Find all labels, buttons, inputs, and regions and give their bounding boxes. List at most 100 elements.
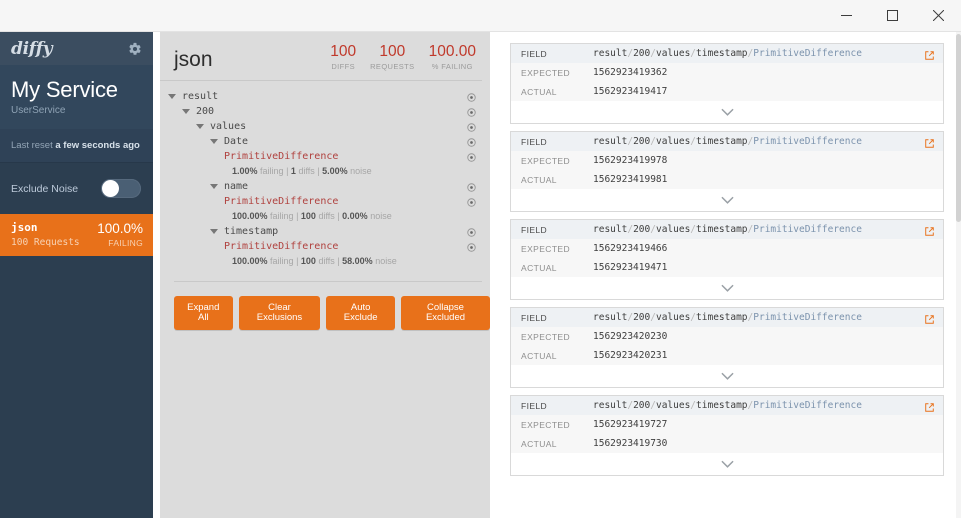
stat-noise-word: noise xyxy=(350,166,372,176)
tree-node-label-wrap: PrimitiveDifference xyxy=(160,241,338,252)
tree-panel: json 100 DIFFS 100 REQUESTS 100.00% FAILING … xyxy=(153,32,491,518)
target-icon xyxy=(467,243,476,252)
diff-actual-row: ACTUAL 1562923419471 xyxy=(511,258,943,277)
toggle-knob xyxy=(102,180,119,197)
expected-value: 1562923419727 xyxy=(593,419,668,430)
field-path-prefix: result/200/values/timestamp/ xyxy=(593,136,754,147)
vertical-scrollbar[interactable] xyxy=(956,32,961,518)
auto-exclude-button[interactable]: Auto Exclude xyxy=(326,296,395,330)
expand-card-chevron[interactable] xyxy=(511,365,943,387)
tree-node-label-wrap: Date xyxy=(160,136,248,147)
tree-node-label-wrap: values xyxy=(160,121,246,132)
tree-leaf-stats: 1.00% failing | 1 diffs | 5.00% noise xyxy=(232,166,372,176)
tree-node-label: PrimitiveDifference xyxy=(224,151,339,162)
field-path-prefix: result/200/values/timestamp/ xyxy=(593,312,754,323)
target-icon xyxy=(467,198,476,207)
tree-node[interactable]: timestamp xyxy=(160,224,482,239)
metric-value: 100.00 xyxy=(428,43,476,60)
tree-leaf-stats: 100.00% failing | 100 diffs | 58.00% noi… xyxy=(232,256,397,266)
expected-label: EXPECTED xyxy=(521,67,571,78)
stat-diffs-word: diffs xyxy=(318,211,335,221)
clear-exclusions-button[interactable]: Clear Exclusions xyxy=(238,296,321,330)
actual-value: 1562923419730 xyxy=(593,438,668,449)
open-external-icon[interactable] xyxy=(924,400,935,418)
service-block: My Service UserService xyxy=(0,65,153,129)
tree-node-label-wrap: PrimitiveDifference xyxy=(160,151,338,162)
field-path: result/200/values/timestamp/PrimitiveDif… xyxy=(593,48,862,59)
field-path: result/200/values/timestamp/PrimitiveDif… xyxy=(593,136,862,147)
diff-card[interactable]: FIELD result/200/values/timestamp/Primiti… xyxy=(510,131,944,212)
maximize-button[interactable] xyxy=(869,0,915,31)
field-path-prefix: result/200/values/timestamp/ xyxy=(593,48,754,59)
open-external-icon[interactable] xyxy=(924,312,935,330)
diff-card[interactable]: FIELD result/200/values/timestamp/Primiti… xyxy=(510,43,944,124)
open-external-icon[interactable] xyxy=(924,48,935,66)
tree-node[interactable]: values xyxy=(160,119,482,134)
diff-card[interactable]: FIELD result/200/values/timestamp/Primiti… xyxy=(510,219,944,300)
metric-diffs: 100 DIFFS xyxy=(330,44,356,72)
open-external-icon[interactable] xyxy=(924,224,935,242)
last-reset-value: a few seconds ago xyxy=(55,140,140,151)
diff-card[interactable]: FIELD result/200/values/timestamp/Primiti… xyxy=(510,395,944,476)
collapse-excluded-button[interactable]: Collapse Excluded xyxy=(400,296,491,330)
tree-node[interactable]: result xyxy=(160,89,482,104)
difference-tree: result 200 values Date PrimitiveDifference 1.… xyxy=(160,81,482,269)
stat-failing-value: 100.00% xyxy=(232,211,268,221)
exclude-target-icon[interactable] xyxy=(467,147,476,166)
stat-failing-word: failing xyxy=(270,211,294,221)
expand-card-chevron[interactable] xyxy=(511,453,943,475)
close-button[interactable] xyxy=(915,0,961,31)
scrollbar-thumb[interactable] xyxy=(956,34,961,222)
tree-node-label: 200 xyxy=(196,106,215,117)
tree-node-label: Date xyxy=(224,136,249,147)
expand-all-button[interactable]: Expand All xyxy=(174,296,233,330)
tree-node[interactable]: Date xyxy=(160,134,482,149)
diff-field-row: FIELD result/200/values/timestamp/Primiti… xyxy=(511,396,943,415)
actual-label: ACTUAL xyxy=(521,350,557,361)
expected-label: EXPECTED xyxy=(521,331,571,342)
exclude-noise-toggle[interactable] xyxy=(101,179,141,198)
diff-field-row: FIELD result/200/values/timestamp/Primiti… xyxy=(511,308,943,327)
expected-label: EXPECTED xyxy=(521,419,571,430)
endpoint-status: 100.0% FAILING xyxy=(97,221,143,248)
tree-node-label: PrimitiveDifference xyxy=(224,241,339,252)
chevron-down-icon xyxy=(210,229,218,234)
actual-label: ACTUAL xyxy=(521,86,557,97)
diff-field-row: FIELD result/200/values/timestamp/Primiti… xyxy=(511,44,943,63)
tree-node[interactable]: name xyxy=(160,179,482,194)
tree-leaf[interactable]: PrimitiveDifference xyxy=(160,239,482,254)
expand-card-chevron[interactable] xyxy=(511,189,943,211)
endpoint-list: json 100 Requests 100.0% FAILING xyxy=(0,214,153,256)
tree-node-label: result xyxy=(182,91,219,102)
stat-noise-value: 5.00% xyxy=(322,166,348,176)
last-reset-text: Last reset a few seconds ago xyxy=(0,129,153,163)
window-titlebar xyxy=(0,0,961,32)
expand-card-chevron[interactable] xyxy=(511,277,943,299)
metric-failing: 100.00 % FAILING xyxy=(428,43,476,72)
tree-node-label-wrap: 200 xyxy=(160,106,214,117)
tree-node-label: timestamp xyxy=(224,226,279,237)
actual-value: 1562923419471 xyxy=(593,262,668,273)
gear-icon[interactable] xyxy=(128,42,142,56)
diff-field-row: FIELD result/200/values/timestamp/Primiti… xyxy=(511,220,943,239)
actual-value: 1562923420231 xyxy=(593,350,668,361)
chevron-down-icon xyxy=(210,139,218,144)
diff-card[interactable]: FIELD result/200/values/timestamp/Primiti… xyxy=(510,307,944,388)
target-icon xyxy=(467,138,476,147)
minimize-button[interactable] xyxy=(823,0,869,31)
metric-label: REQUESTS xyxy=(370,62,415,71)
open-external-icon[interactable] xyxy=(924,136,935,154)
stat-failing-value: 100.00% xyxy=(232,256,268,266)
tree-leaf[interactable]: PrimitiveDifference xyxy=(160,194,482,209)
exclude-target-icon[interactable] xyxy=(467,237,476,256)
expand-card-chevron[interactable] xyxy=(511,101,943,123)
tree-leaf[interactable]: PrimitiveDifference xyxy=(160,149,482,164)
tree-node[interactable]: 200 xyxy=(160,104,482,119)
exclude-target-icon[interactable] xyxy=(467,192,476,211)
diff-actual-row: ACTUAL 1562923419417 xyxy=(511,82,943,101)
endpoint-item[interactable]: json 100 Requests 100.0% FAILING xyxy=(0,214,153,256)
stat-diffs-value: 100 xyxy=(300,256,316,266)
tree-panel-header: json 100 DIFFS 100 REQUESTS 100.00 % FAILING xyxy=(160,32,482,81)
expected-label: EXPECTED xyxy=(521,243,571,254)
diff-actual-row: ACTUAL 1562923419730 xyxy=(511,434,943,453)
